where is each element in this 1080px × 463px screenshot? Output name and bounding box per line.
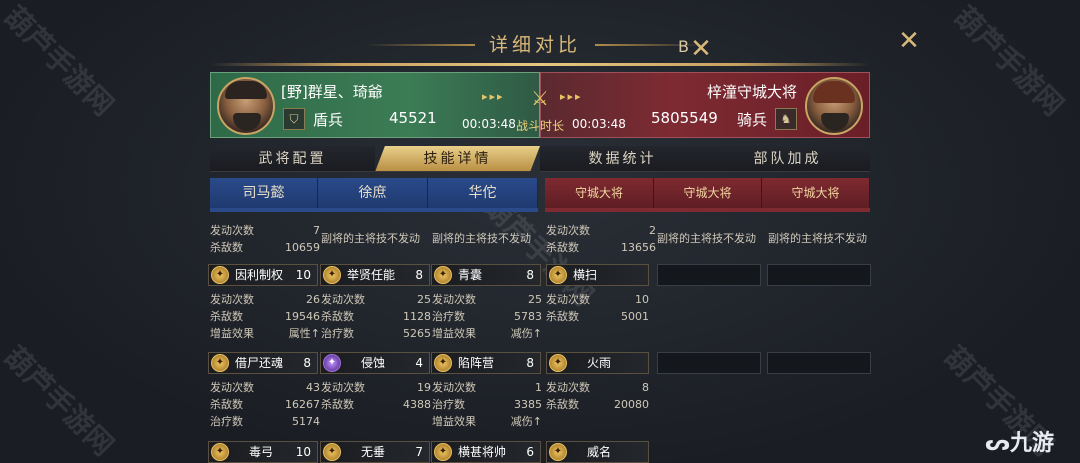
skill-slot[interactable]: ✦ 横甚将帅 6 <box>431 441 541 463</box>
battle-header: [野]群星、琦爺 ⛉ 盾兵 45521 梓潼守城大将 5805549 骑兵 ♞ … <box>210 72 870 138</box>
tab-skill-details[interactable]: 技能详情 <box>375 146 540 172</box>
crossed-swords-icon: ⚔ <box>531 86 549 110</box>
skill-slot[interactable]: ✦ 借尸还魂 8 <box>208 352 318 374</box>
battle-duration-label: 战斗时长 <box>516 119 565 133</box>
stat-block: 副将的主将技不发动 <box>768 232 867 245</box>
brand-logo: ᔕ九游 <box>985 431 1055 456</box>
swirl-logo-icon: ᔕ <box>985 431 1010 456</box>
general-tab-right-2[interactable]: 守城大将 <box>654 178 762 208</box>
gold-skill-icon: ✦ <box>549 443 567 461</box>
gold-skill-icon: ✦ <box>211 354 229 372</box>
stat-block: 发动次数 10 杀敌数 5001 <box>546 293 649 323</box>
general-tab-left-2[interactable]: 徐庶 <box>318 178 428 208</box>
stat-block: 发动次数 7 杀敌数 10659 <box>210 224 320 254</box>
left-team-strip <box>210 208 538 212</box>
gold-skill-icon: ✦ <box>211 443 229 461</box>
tab-bar: 武将配置 技能详情 数据统计 部队加成 <box>210 146 870 172</box>
stat-block: 副将的主将技不发动 <box>432 232 531 245</box>
gold-skill-icon: ✦ <box>434 443 452 461</box>
shield-troop-icon: ⛉ <box>283 108 305 130</box>
left-player-name: [野]群星、琦爺 <box>281 83 383 101</box>
skill-slot[interactable]: ✦ 无垂 7 <box>320 441 430 463</box>
skill-slot[interactable]: ✦ 青囊 8 <box>431 264 541 286</box>
right-player-name: 梓潼守城大将 <box>706 83 797 101</box>
skill-slot[interactable]: ✦ 举贤任能 8 <box>320 264 430 286</box>
general-tab-right-1[interactable]: 守城大将 <box>545 178 654 208</box>
general-tab-right-3[interactable]: 守城大将 <box>762 178 870 208</box>
close-icon[interactable]: ✕ <box>688 36 714 62</box>
tab-general-config[interactable]: 武将配置 <box>210 146 375 172</box>
right-team-strip <box>545 208 870 212</box>
gold-skill-icon: ✦ <box>549 266 567 284</box>
right-time: 00:03:48 <box>572 117 626 131</box>
tab-data-stats[interactable]: 数据统计 <box>540 146 705 172</box>
gold-skill-icon: ✦ <box>434 266 452 284</box>
skill-slot[interactable]: ✦ 陷阵营 8 <box>431 352 541 374</box>
left-power: 45521 <box>389 109 437 127</box>
stat-block: 发动次数 25 杀敌数 1128 治疗数 5265 <box>321 293 431 340</box>
skill-slot[interactable]: ✦ 毒弓 10 <box>208 441 318 463</box>
skill-slot[interactable]: ✦ 侵蚀 4 <box>320 352 430 374</box>
empty-skill-slot <box>657 352 761 374</box>
skill-slot[interactable]: ✦ 因利制权 10 <box>208 264 318 286</box>
empty-skill-slot <box>767 264 871 286</box>
left-troop-type: 盾兵 <box>313 111 344 129</box>
stat-block: 发动次数 8 杀敌数 20080 <box>546 381 649 411</box>
tab-troop-bonus[interactable]: 部队加成 <box>705 146 870 172</box>
stat-block: 副将的主将技不发动 <box>321 232 420 245</box>
title-divider <box>210 63 870 66</box>
gold-skill-icon: ✦ <box>549 354 567 372</box>
right-arrows-icon: ▸▸▸ <box>560 90 583 103</box>
gold-skill-icon: ✦ <box>434 354 452 372</box>
gold-skill-icon: ✦ <box>323 266 341 284</box>
right-troop-type: 骑兵 <box>737 111 768 129</box>
gold-skill-icon: ✦ <box>211 266 229 284</box>
empty-skill-slot <box>767 352 871 374</box>
right-commander-avatar[interactable] <box>805 77 863 135</box>
stat-block: 发动次数 2 杀敌数 13656 <box>546 224 656 254</box>
gold-skill-icon: ✦ <box>323 443 341 461</box>
stat-block: 发动次数 1 治疗数 3385 增益效果 减伤↑ <box>432 381 542 428</box>
stat-block: 发动次数 43 杀敌数 16267 治疗数 5174 <box>210 381 320 428</box>
purple-skill-icon: ✦ <box>323 354 341 372</box>
stat-block: 发动次数 26 杀敌数 19546 增益效果 属性↑ <box>210 293 320 340</box>
stat-block: 发动次数 25 治疗数 5783 增益效果 减伤↑ <box>432 293 542 340</box>
empty-skill-slot <box>657 264 761 286</box>
right-power: 5805549 <box>651 109 718 127</box>
page-title: 详细对比 <box>488 34 581 56</box>
left-arrows-icon: ▸▸▸ <box>482 90 505 103</box>
skill-slot[interactable]: ✦ 威名 <box>546 441 649 463</box>
general-tab-left-1[interactable]: 司马懿 <box>210 178 318 208</box>
skill-slot[interactable]: ✦ 横扫 <box>546 264 649 286</box>
left-commander-avatar[interactable] <box>217 77 275 135</box>
general-tab-left-3[interactable]: 华佗 <box>428 178 538 208</box>
skill-slot[interactable]: ✦ 火雨 <box>546 352 649 374</box>
stat-block: 副将的主将技不发动 <box>657 232 756 245</box>
cavalry-troop-icon: ♞ <box>775 108 797 130</box>
close-button[interactable]: ✕ <box>896 28 922 54</box>
stat-block: 发动次数 19 杀敌数 4388 <box>321 381 431 411</box>
title-bar: 详细对比 <box>365 30 705 60</box>
left-time: 00:03:48 <box>462 117 516 131</box>
